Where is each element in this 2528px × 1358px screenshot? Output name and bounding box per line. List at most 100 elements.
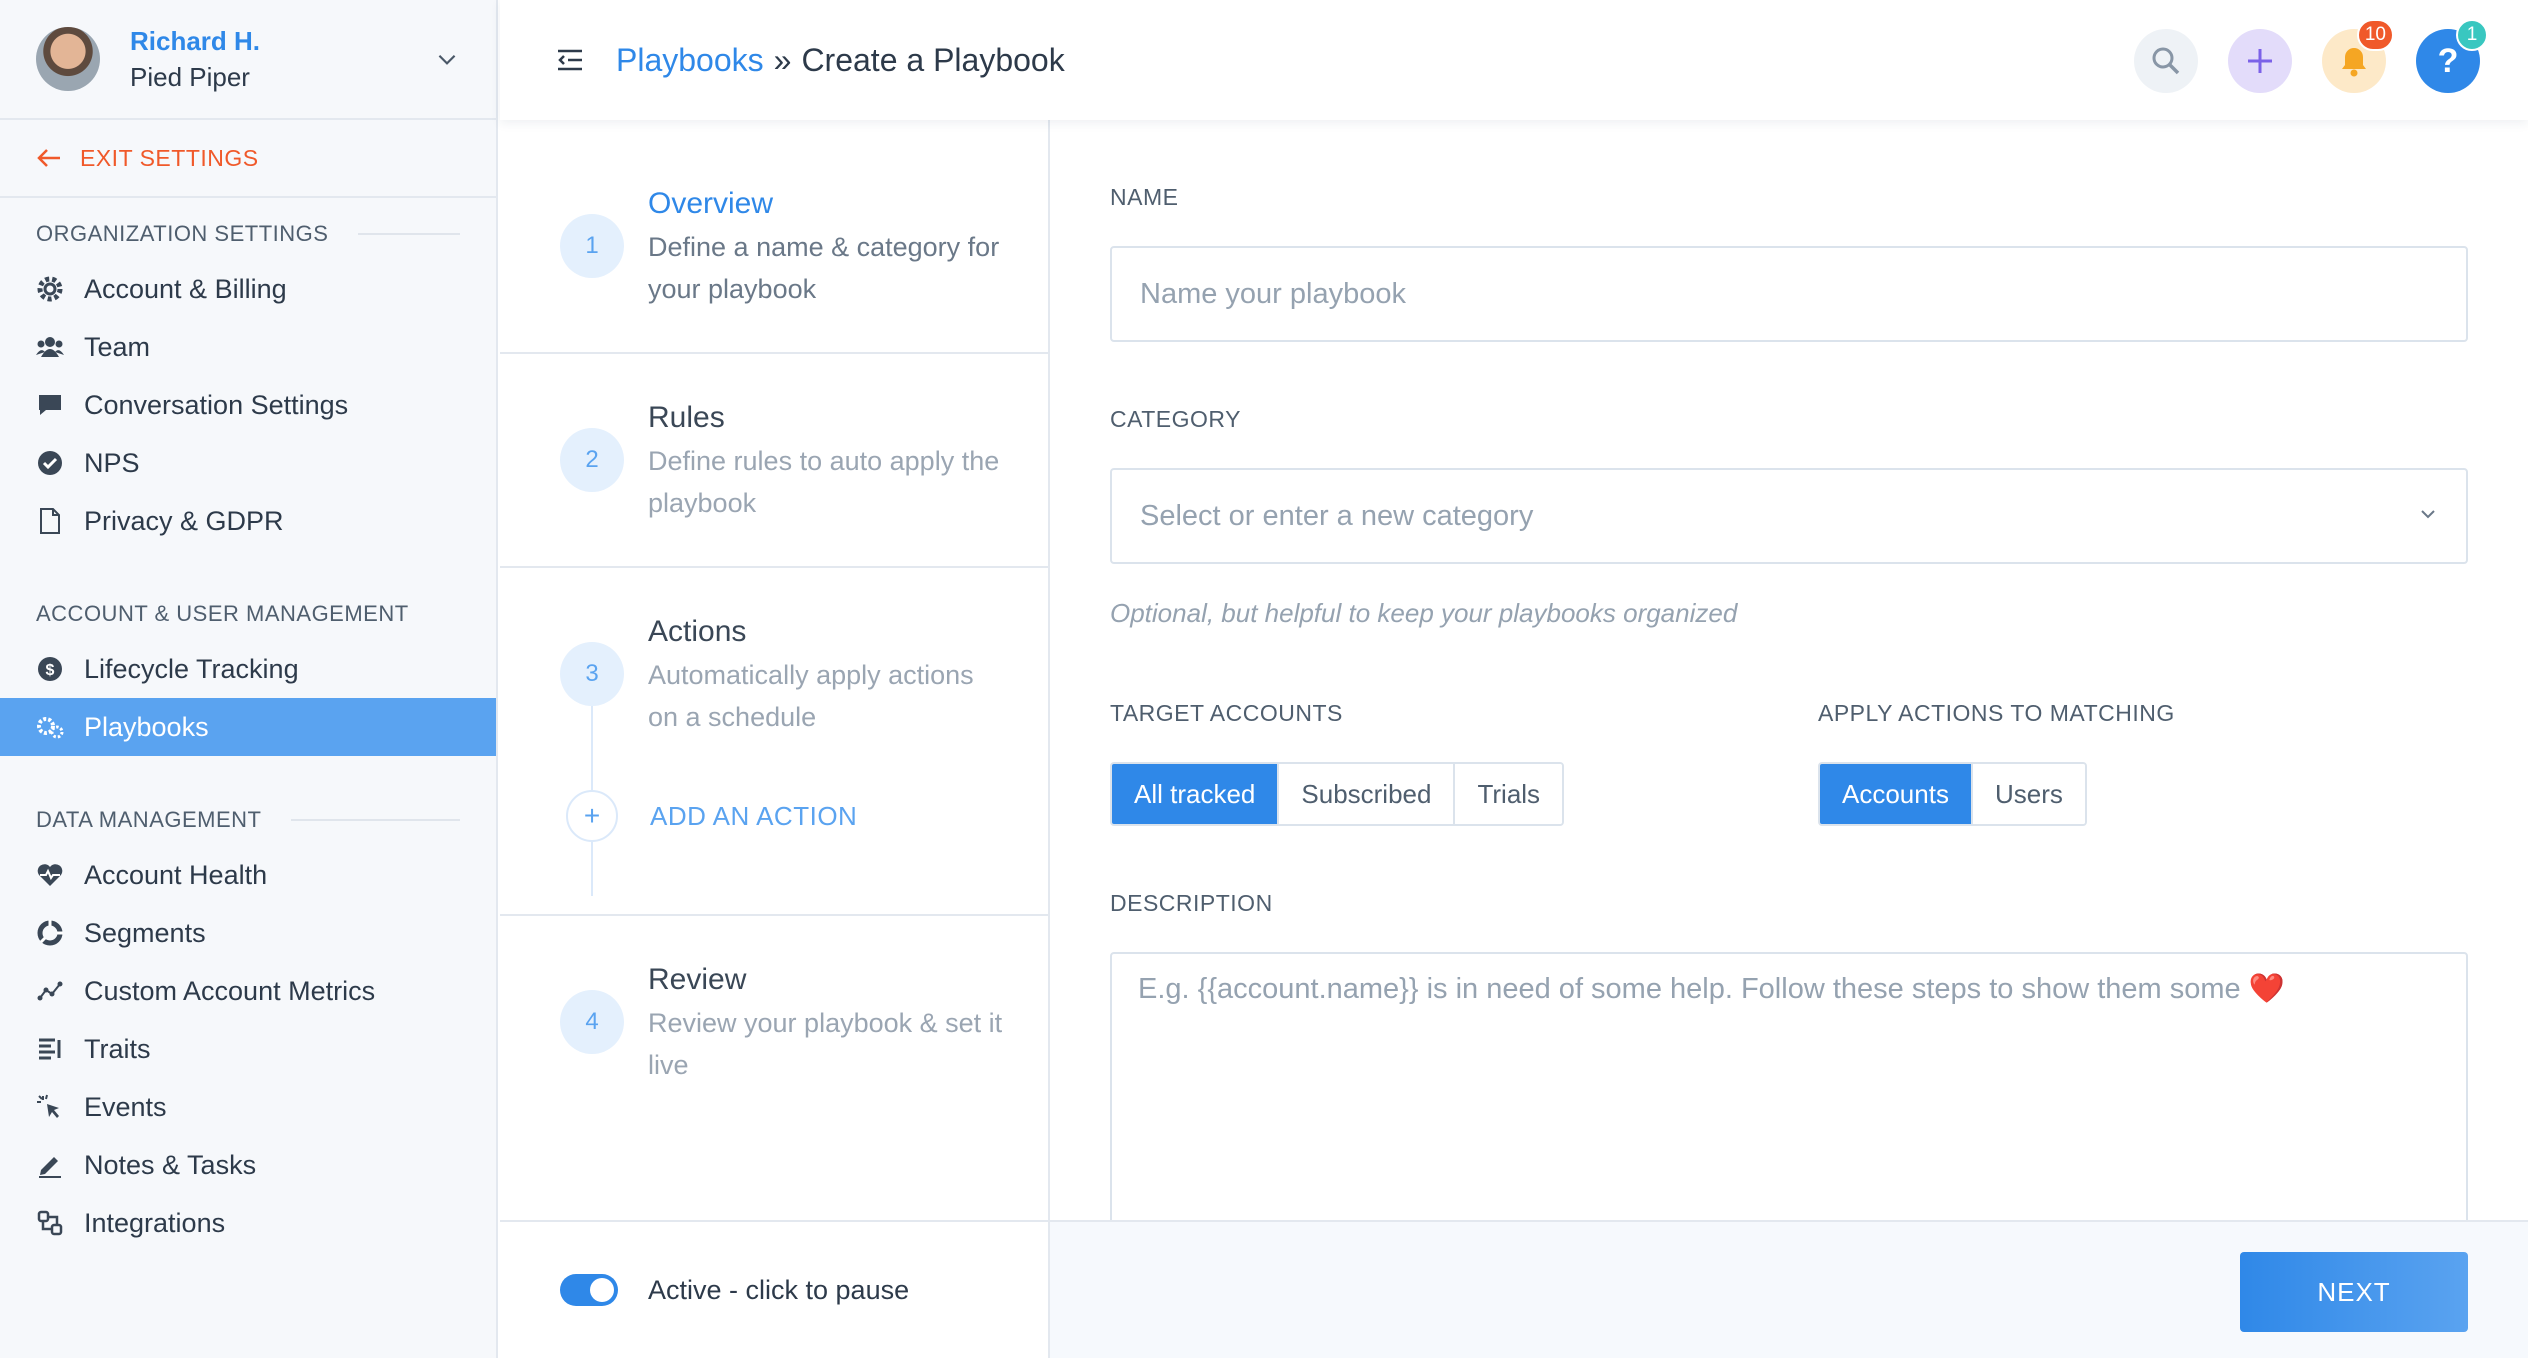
category-select[interactable]: Select or enter a new category (1110, 468, 2468, 564)
sidebar-item-label: Custom Account Metrics (84, 975, 376, 1006)
sidebar-item-lifecycle-tracking[interactable]: $ Lifecycle Tracking (0, 640, 496, 698)
sidebar-item-playbooks[interactable]: Playbooks (0, 698, 496, 756)
help-badge: 1 (2456, 19, 2488, 51)
settings-sidebar: Richard H. Pied Piper EXIT SETTINGS ORGA… (0, 0, 498, 1358)
metrics-icon (36, 977, 64, 1005)
sidebar-item-label: Notes & Tasks (84, 1149, 257, 1180)
sidebar-item-label: NPS (84, 447, 140, 478)
breadcrumb-separator: » (773, 41, 792, 78)
sidebar-item-account-billing[interactable]: Account & Billing (0, 260, 496, 318)
sidebar-item-conversation-settings[interactable]: Conversation Settings (0, 376, 496, 434)
traits-list-icon (36, 1035, 64, 1063)
sidebar-item-label: Privacy & GDPR (84, 505, 284, 536)
page-title: Create a Playbook (801, 41, 1065, 78)
target-accounts-label: TARGET ACCOUNTS (1110, 700, 1343, 726)
description-textarea[interactable]: E.g. {{account.name}} is in need of some… (1110, 952, 2468, 1220)
step-number: 4 (560, 990, 624, 1054)
step-description: Review your playbook & set it live (648, 1008, 1003, 1080)
arrow-left-icon (37, 149, 60, 167)
name-label: NAME (1110, 184, 1179, 210)
pencil-icon (36, 1151, 64, 1179)
sidebar-item-label: Conversation Settings (84, 389, 349, 420)
sidebar-item-nps[interactable]: NPS (0, 434, 496, 492)
chat-icon (36, 391, 64, 419)
sidebar-item-account-health[interactable]: Account Health (0, 846, 496, 904)
wizard-steps: 1 Overview Define a name & category for … (500, 120, 1050, 1222)
sidebar-item-custom-account-metrics[interactable]: Custom Account Metrics (0, 962, 496, 1020)
pie-segments-icon (36, 919, 64, 947)
cursor-click-icon (36, 1093, 64, 1121)
category-label: CATEGORY (1110, 406, 1241, 432)
description-label: DESCRIPTION (1110, 890, 1273, 916)
step-description: Automatically apply actions on a schedul… (648, 660, 974, 732)
section-title-account-user-management: ACCOUNT & USER MANAGEMENT (36, 601, 409, 626)
help-button[interactable]: ? 1 (2416, 19, 2488, 93)
svg-text:$: $ (46, 662, 55, 679)
add-button[interactable] (2228, 29, 2292, 93)
step-title: Actions (648, 615, 747, 648)
document-icon (36, 507, 64, 535)
avatar (36, 27, 100, 91)
sidebar-item-integrations[interactable]: Integrations (0, 1194, 496, 1252)
step-description: Define a name & category for your playbo… (648, 232, 1000, 304)
plus-icon (2248, 49, 2272, 73)
status-bar: Active - click to pause (500, 1220, 1050, 1358)
apply-option-accounts[interactable]: Accounts (1820, 764, 1971, 824)
apply-option-users[interactable]: Users (1970, 764, 2085, 824)
section-title-data-management: DATA MANAGEMENT (0, 802, 496, 838)
target-option-all-tracked[interactable]: All tracked (1112, 764, 1278, 824)
exit-settings-label: EXIT SETTINGS (80, 144, 259, 171)
active-toggle-label: Active - click to pause (648, 1274, 910, 1305)
add-action-label: ADD AN ACTION (650, 800, 858, 831)
playbook-form: NAME Name your playbook CATEGORY Select … (1110, 120, 2470, 1220)
section-title-organization: ORGANIZATION SETTINGS (0, 216, 496, 252)
target-option-trials[interactable]: Trials (1453, 764, 1563, 824)
apply-actions-toggle: Accounts Users (1818, 762, 2087, 826)
target-option-subscribed[interactable]: Subscribed (1277, 764, 1454, 824)
apply-actions-label: APPLY ACTIONS TO MATCHING (1818, 700, 2175, 726)
step-actions[interactable]: 3 Actions Automatically apply actions on… (500, 568, 1048, 916)
heart-pulse-icon (36, 861, 64, 889)
sidebar-item-traits[interactable]: Traits (0, 1020, 496, 1078)
step-title: Review (648, 963, 747, 996)
gear-icon (36, 275, 64, 303)
chevron-down-icon (2421, 510, 2435, 519)
sidebar-item-segments[interactable]: Segments (0, 904, 496, 962)
help-icon: ? (2437, 41, 2459, 80)
sidebar-item-privacy-gdpr[interactable]: Privacy & GDPR (0, 492, 496, 550)
exit-settings-link[interactable]: EXIT SETTINGS (0, 120, 496, 198)
sidebar-item-label: Account & Billing (84, 273, 287, 304)
sidebar-item-label: Traits (84, 1033, 151, 1064)
plus-icon: + (566, 790, 618, 842)
search-button[interactable] (2134, 29, 2198, 93)
user-switcher[interactable]: Richard H. Pied Piper (0, 0, 496, 120)
sidebar-item-label: Account Health (84, 859, 268, 890)
team-icon (36, 333, 64, 361)
notifications-button[interactable]: 10 (2322, 19, 2394, 93)
chevron-down-icon[interactable] (434, 46, 460, 72)
sidebar-item-label: Segments (84, 917, 206, 948)
collapse-menu-icon[interactable] (556, 48, 584, 72)
sidebar-item-label: Lifecycle Tracking (84, 653, 299, 684)
step-title: Rules (648, 401, 725, 434)
active-toggle[interactable] (560, 1274, 618, 1306)
sidebar-item-label: Team (84, 331, 151, 362)
sidebar-item-label: Playbooks (84, 711, 209, 742)
sidebar-item-events[interactable]: Events (0, 1078, 496, 1136)
sidebar-item-team[interactable]: Team (0, 318, 496, 376)
step-description: Define rules to auto apply the playbook (648, 446, 1000, 518)
add-action-button[interactable]: + ADD AN ACTION (566, 790, 857, 842)
name-input[interactable]: Name your playbook (1110, 246, 2468, 342)
step-rules[interactable]: 2 Rules Define rules to auto apply the p… (500, 354, 1048, 568)
step-overview[interactable]: 1 Overview Define a name & category for … (500, 120, 1048, 354)
next-button[interactable]: NEXT (2240, 1252, 2468, 1332)
integrations-icon (36, 1209, 64, 1237)
footer-actions: NEXT (1050, 1220, 2528, 1358)
search-icon (2152, 47, 2180, 75)
org-name: Pied Piper (130, 62, 250, 92)
check-circle-icon (36, 449, 64, 477)
step-review[interactable]: 4 Review Review your playbook & set it l… (500, 916, 1048, 1216)
sidebar-item-notes-tasks[interactable]: Notes & Tasks (0, 1136, 496, 1194)
bell-icon (2342, 48, 2366, 77)
breadcrumb-playbooks-link[interactable]: Playbooks (616, 42, 764, 78)
